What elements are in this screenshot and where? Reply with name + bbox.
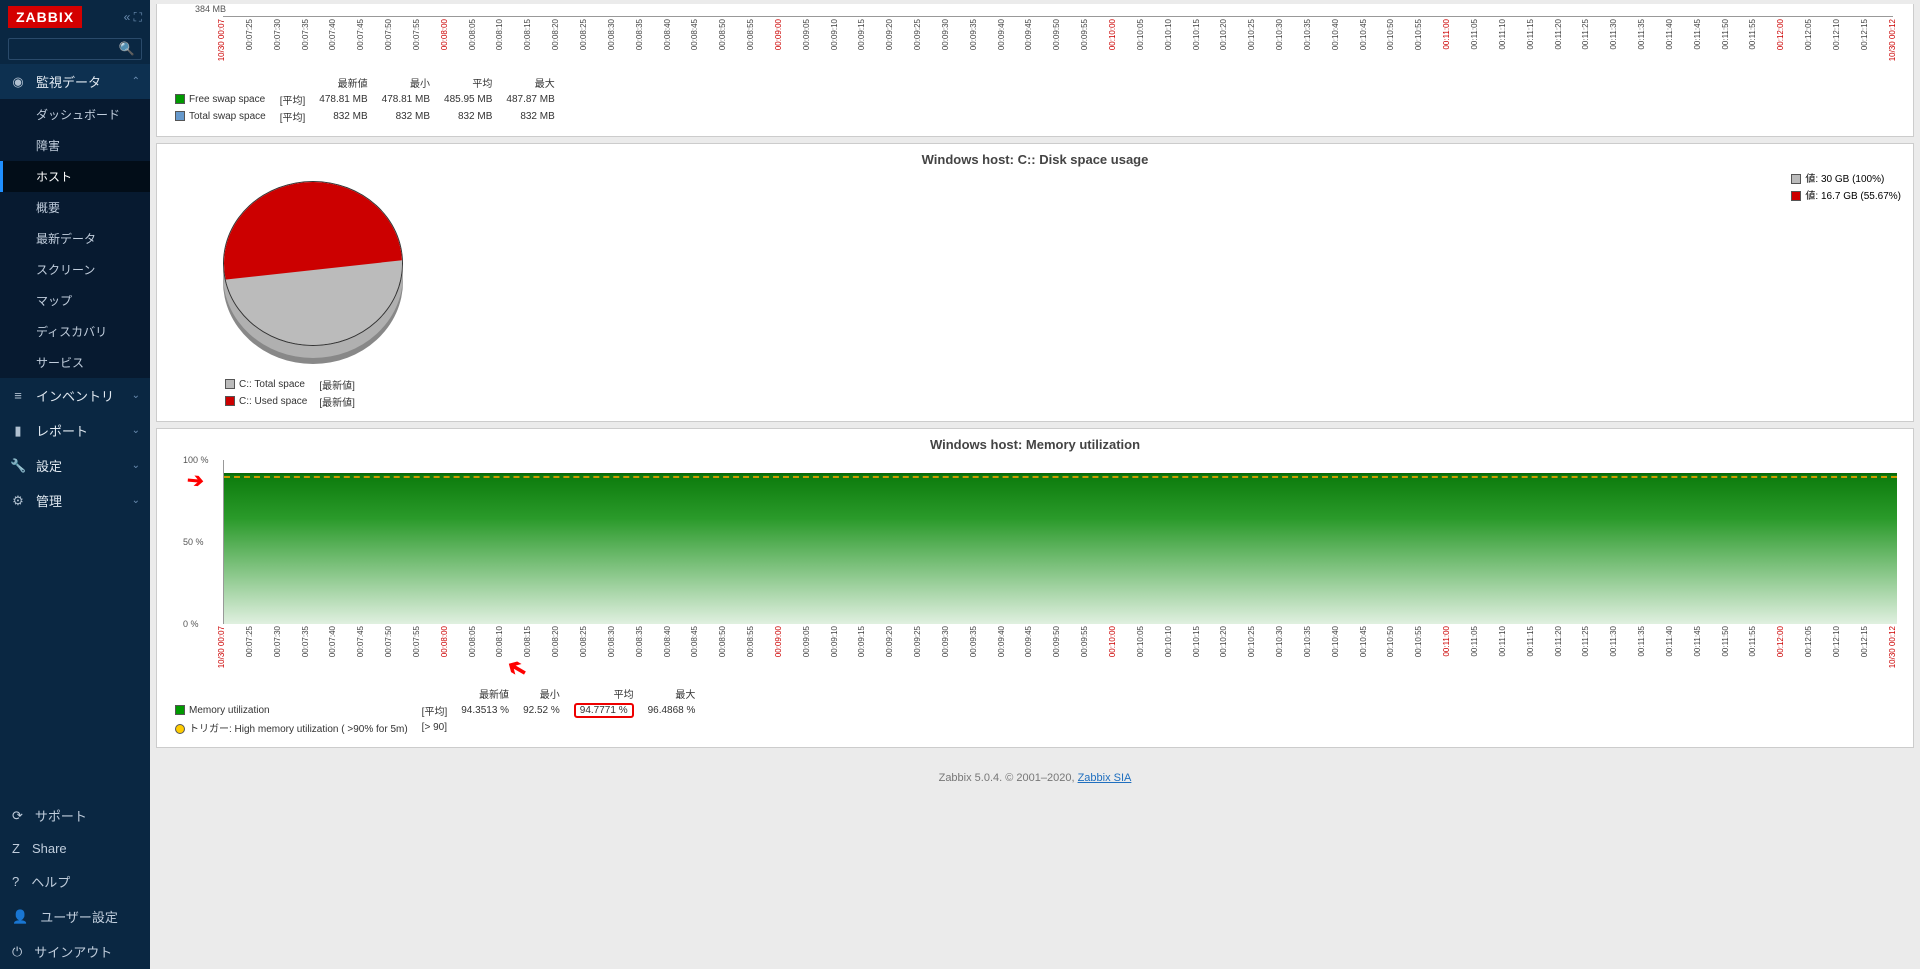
nav-monitoring[interactable]: ◉ 監視データ ⌃ (0, 64, 150, 99)
gear-icon: ⚙ (10, 493, 26, 509)
subnav-hosts[interactable]: ホスト (0, 161, 150, 192)
bottom-support[interactable]: ⟳サポート (0, 798, 150, 833)
chevron-up-icon: ⌃ (132, 76, 140, 87)
nav-settings-label: 設定 (36, 456, 122, 475)
subnav-dashboard[interactable]: ダッシュボード (0, 99, 150, 130)
nav-admin[interactable]: ⚙ 管理 ⌄ (0, 483, 150, 518)
swap-legend: 最新値 最小 平均 最大 Free swap space[平均]478.81 M… (167, 73, 563, 126)
bottom-signout[interactable]: ⏻サインアウト (0, 934, 150, 969)
footer-link[interactable]: Zabbix SIA (1078, 772, 1132, 784)
nav-monitoring-label: 監視データ (36, 72, 122, 91)
mem-row-name: Memory utilization (189, 705, 270, 716)
subnav-monitoring: ダッシュボード 障害 ホスト 概要 最新データ スクリーン マップ ディスカバリ… (0, 99, 150, 378)
logo-row: ZABBIX « ⛶ (0, 0, 150, 34)
memory-plot-area (223, 460, 1897, 624)
trigger-label: トリガー: High memory utilization ( >90% for… (189, 724, 408, 735)
content-area: 384 MB 10/30 00:0700:07:2500:07:3000:07:… (150, 0, 1920, 969)
disk-meta: C:: Total space[最新値]C:: Used space[最新値] (223, 375, 367, 411)
annotation-arrow-1: ➔ (186, 467, 205, 493)
nav-admin-label: 管理 (36, 491, 122, 510)
disk-panel: Windows host: C:: Disk space usage 値: 30… (156, 143, 1914, 422)
user-icon: 👤 (12, 909, 28, 925)
footer: Zabbix 5.0.4. © 2001–2020, Zabbix SIA (150, 754, 1920, 794)
search-row: 🔍 (0, 34, 150, 64)
brand-logo[interactable]: ZABBIX (8, 6, 82, 28)
help-icon: ? (12, 874, 19, 889)
nav-inventory[interactable]: ≡ インベントリ ⌄ (0, 378, 150, 413)
nav-reports-label: レポート (36, 421, 122, 440)
swap-y-label: 384 MB (195, 4, 1903, 14)
chevron-down-icon: ⌄ (132, 390, 140, 401)
support-icon: ⟳ (12, 808, 23, 824)
subnav-discovery[interactable]: ディスカバリ (0, 316, 150, 347)
memory-x-axis: 10/30 00:0700:07:2500:07:3000:07:3500:07… (217, 624, 1897, 676)
subnav-latest[interactable]: 最新データ (0, 223, 150, 254)
chart-icon: ▮ (10, 423, 26, 439)
subnav-maps[interactable]: マップ (0, 285, 150, 316)
mem-y-100: 100 % (183, 455, 209, 465)
subnav-problems[interactable]: 障害 (0, 130, 150, 161)
subnav-services[interactable]: サービス (0, 347, 150, 378)
chevron-down-icon: ⌄ (132, 425, 140, 436)
subnav-screens[interactable]: スクリーン (0, 254, 150, 285)
legend-swatch (175, 705, 185, 715)
highlighted-avg: 94.7771 % (574, 703, 634, 718)
subnav-overview[interactable]: 概要 (0, 192, 150, 223)
sidebar: ZABBIX « ⛶ 🔍 ◉ 監視データ ⌃ ダッシュボード 障害 ホスト 概要… (0, 0, 150, 969)
sidebar-toggle-icons[interactable]: « ⛶ (124, 10, 142, 25)
search-box[interactable]: 🔍 (8, 38, 142, 60)
share-icon: Z (12, 841, 20, 856)
memory-panel: Windows host: Memory utilization 100 % 5… (156, 428, 1914, 748)
signout-icon: ⏻ (12, 944, 22, 960)
trigger-swatch (175, 724, 185, 734)
bottom-help[interactable]: ?ヘルプ (0, 864, 150, 899)
search-input[interactable] (15, 42, 119, 56)
mem-y-50: 50 % (183, 537, 204, 547)
swap-x-axis: 10/30 00:0700:07:2500:07:3000:07:3500:07… (217, 17, 1897, 69)
nav-settings[interactable]: 🔧 設定 ⌄ (0, 448, 150, 483)
search-icon[interactable]: 🔍 (119, 41, 135, 57)
mem-y-0: 0 % (183, 619, 199, 629)
memory-title: Windows host: Memory utilization (167, 437, 1903, 452)
wrench-icon: 🔧 (10, 458, 26, 474)
memory-legend: 最新値 最小 平均 最大 Memory utilization [平均] 94.… (167, 684, 703, 737)
nav-reports[interactable]: ▮ レポート ⌄ (0, 413, 150, 448)
chevron-down-icon: ⌄ (132, 495, 140, 506)
list-icon: ≡ (10, 388, 26, 403)
memory-chart: 100 % 50 % 0 % ➔ (223, 460, 1897, 624)
disk-legend: 値: 30 GB (100%)値: 16.7 GB (55.67%) (1791, 170, 1901, 204)
disk-pie-chart (223, 181, 403, 361)
bottom-usersettings[interactable]: 👤ユーザー設定 (0, 899, 150, 934)
chevron-down-icon: ⌄ (132, 460, 140, 471)
bottom-share[interactable]: ZShare (0, 833, 150, 864)
eye-icon: ◉ (10, 74, 26, 90)
swap-panel: 384 MB 10/30 00:0700:07:2500:07:3000:07:… (156, 4, 1914, 137)
disk-title: Windows host: C:: Disk space usage (167, 152, 1903, 167)
nav-inventory-label: インベントリ (36, 386, 122, 405)
